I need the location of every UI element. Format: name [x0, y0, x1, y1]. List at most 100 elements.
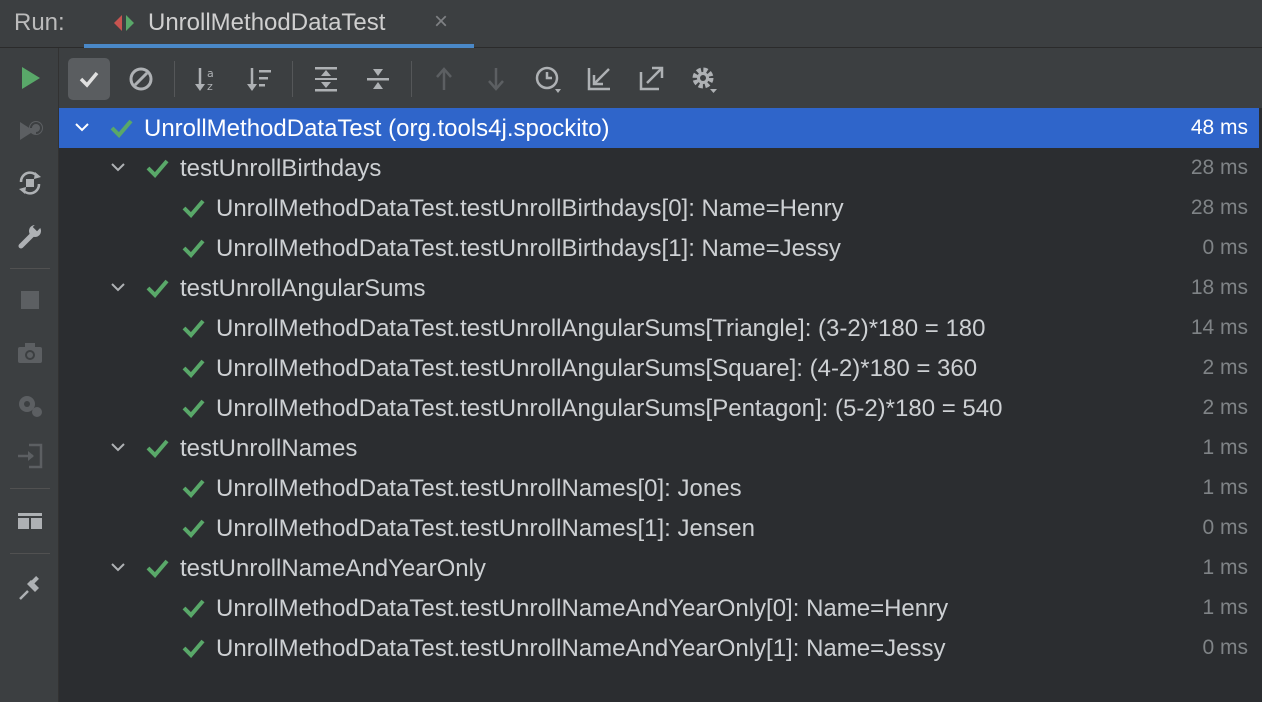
previous-failed-icon — [436, 67, 452, 90]
export-tests-icon — [639, 66, 664, 91]
gutter-divider — [10, 488, 50, 489]
toolbar-divider — [174, 61, 175, 97]
show-passed-icon — [79, 71, 99, 88]
tab-unroll-method-data-test[interactable]: UnrollMethodDataTest × — [84, 0, 474, 48]
stop-icon[interactable] — [15, 285, 45, 315]
test-class-icon — [114, 15, 134, 31]
sort-by-duration-icon — [247, 68, 271, 91]
tree-row-label: UnrollMethodDataTest.testUnrollAngularSu… — [216, 315, 986, 342]
sort-alphabetically-button[interactable]: a z — [186, 58, 228, 100]
toggle-auto-test-icon[interactable] — [15, 168, 45, 198]
sort-by-duration-button[interactable] — [238, 58, 280, 100]
import-icon[interactable] — [15, 441, 45, 471]
previous-failed-button[interactable] — [423, 58, 465, 100]
tree-row-iteration[interactable]: UnrollMethodDataTest.testUnrollNames[0]:… — [59, 468, 1259, 508]
sort-alphabetically-icon: a z — [195, 67, 214, 93]
settings-button[interactable] — [683, 58, 725, 100]
next-failed-button[interactable] — [475, 58, 517, 100]
run-icon[interactable] — [15, 63, 45, 93]
tree-row-method[interactable]: testUnrollNameAndYearOnly 1 ms — [59, 548, 1259, 588]
tree-row-label: UnrollMethodDataTest.testUnrollBirthdays… — [216, 195, 844, 222]
check-icon — [182, 399, 205, 418]
test-duration: 1 ms — [1202, 476, 1248, 499]
tree-row-label: UnrollMethodDataTest.testUnrollNameAndYe… — [216, 595, 949, 622]
tree-row-label: testUnrollBirthdays — [180, 155, 382, 182]
tree-row-label: testUnrollNameAndYearOnly — [180, 555, 486, 582]
tree-row-label: testUnrollNames — [180, 435, 358, 462]
tree-row-iteration[interactable]: UnrollMethodDataTest.testUnrollAngularSu… — [59, 308, 1259, 348]
tree-row-iteration[interactable]: UnrollMethodDataTest.testUnrollAngularSu… — [59, 348, 1259, 388]
settings-icon — [692, 67, 717, 93]
tree-row-label: UnrollMethodDataTest.testUnrollNameAndYe… — [216, 635, 946, 662]
import-tests-icon — [587, 68, 610, 91]
camera-icon[interactable] — [15, 338, 45, 368]
test-results-tree: UnrollMethodDataTest (org.tools4j.spocki… — [59, 108, 1262, 702]
tree-row-label: UnrollMethodDataTest.testUnrollAngularSu… — [216, 395, 1003, 422]
test-duration: 28 ms — [1190, 196, 1248, 219]
check-icon — [182, 479, 205, 498]
chevron-down-icon[interactable] — [109, 158, 127, 176]
chevron-down-icon[interactable] — [109, 558, 127, 576]
test-duration: 0 ms — [1202, 516, 1248, 539]
check-icon — [146, 439, 169, 458]
tree-row-iteration[interactable]: UnrollMethodDataTest.testUnrollBirthdays… — [59, 188, 1259, 228]
layout-icon[interactable] — [15, 506, 45, 536]
test-duration: 28 ms — [1190, 156, 1248, 179]
show-ignored-icon — [129, 67, 153, 91]
tree-row-iteration[interactable]: UnrollMethodDataTest.testUnrollNameAndYe… — [59, 588, 1259, 628]
export-tests-button[interactable] — [631, 58, 673, 100]
show-ignored-button[interactable] — [120, 58, 162, 100]
tree-row-root[interactable]: UnrollMethodDataTest (org.tools4j.spocki… — [59, 108, 1259, 148]
test-duration: 14 ms — [1190, 316, 1248, 339]
tree-row-label: UnrollMethodDataTest.testUnrollNames[1]:… — [216, 515, 755, 542]
debug-settings-icon[interactable] — [15, 390, 45, 420]
check-icon — [182, 199, 205, 218]
tree-row-method[interactable]: testUnrollBirthdays 28 ms — [59, 148, 1259, 188]
chevron-down-icon[interactable] — [73, 118, 91, 136]
test-duration: 0 ms — [1202, 236, 1248, 259]
check-icon — [146, 279, 169, 298]
check-icon — [110, 119, 133, 138]
tree-row-iteration[interactable]: UnrollMethodDataTest.testUnrollNameAndYe… — [59, 628, 1259, 668]
next-failed-icon — [488, 68, 504, 91]
tree-row-method[interactable]: testUnrollNames 1 ms — [59, 428, 1259, 468]
svg-text:a: a — [207, 67, 214, 80]
tree-row-label: UnrollMethodDataTest.testUnrollAngularSu… — [216, 355, 978, 382]
collapse-all-button[interactable] — [357, 58, 399, 100]
chevron-down-icon[interactable] — [109, 278, 127, 296]
check-icon — [182, 319, 205, 338]
tab-title: UnrollMethodDataTest — [148, 9, 386, 36]
expand-all-button[interactable] — [305, 58, 347, 100]
chevron-down-icon[interactable] — [109, 438, 127, 456]
check-icon — [146, 559, 169, 578]
test-history-button[interactable] — [527, 58, 569, 100]
show-passed-button[interactable] — [68, 58, 110, 100]
expand-all-icon — [315, 67, 337, 92]
test-duration: 48 ms — [1190, 116, 1248, 139]
close-tab-icon[interactable]: × — [434, 10, 448, 34]
tree-row-iteration[interactable]: UnrollMethodDataTest.testUnrollAngularSu… — [59, 388, 1259, 428]
tree-row-iteration[interactable]: UnrollMethodDataTest.testUnrollBirthdays… — [59, 228, 1259, 268]
test-duration: 1 ms — [1202, 436, 1248, 459]
test-runner-toolbar: a z — [59, 48, 1262, 108]
tree-row-method[interactable]: testUnrollAngularSums 18 ms — [59, 268, 1259, 308]
tree-row-iteration[interactable]: UnrollMethodDataTest.testUnrollNames[1]:… — [59, 508, 1259, 548]
check-icon — [182, 359, 205, 378]
toolbar-divider — [292, 61, 293, 97]
pin-icon[interactable] — [15, 574, 45, 604]
test-duration: 18 ms — [1190, 276, 1248, 299]
test-duration: 0 ms — [1202, 636, 1248, 659]
tree-row-label: testUnrollAngularSums — [180, 275, 426, 302]
import-tests-button[interactable] — [579, 58, 621, 100]
gutter-divider — [10, 268, 50, 269]
gutter-divider — [10, 553, 50, 554]
test-history-icon — [535, 66, 561, 93]
svg-text:z: z — [207, 80, 213, 93]
rerun-failed-icon[interactable] — [15, 116, 45, 146]
test-duration: 1 ms — [1202, 556, 1248, 579]
tree-row-label: UnrollMethodDataTest.testUnrollBirthdays… — [216, 235, 841, 262]
toolbar-divider — [411, 61, 412, 97]
check-icon — [182, 599, 205, 618]
wrench-icon[interactable] — [15, 221, 45, 251]
test-duration: 1 ms — [1202, 596, 1248, 619]
